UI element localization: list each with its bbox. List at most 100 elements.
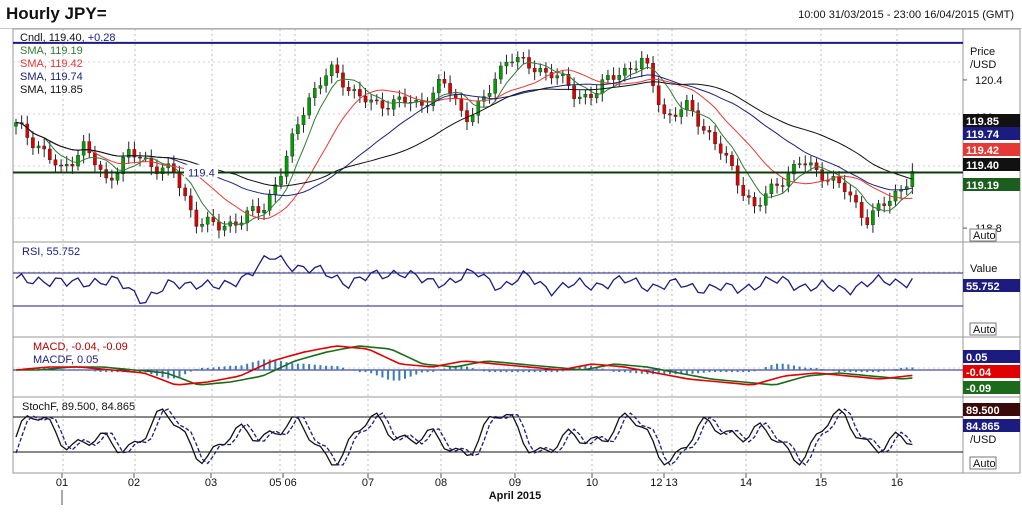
candle-body [606, 75, 610, 80]
candle-body [724, 152, 729, 156]
candle-body [561, 74, 565, 76]
candle-body [59, 164, 63, 167]
candle-body [42, 145, 46, 150]
price-legend-entry: SMA, 119.42 [20, 58, 83, 70]
candle-body [279, 176, 283, 185]
candle-body [854, 194, 858, 203]
sma-lines [15, 61, 913, 226]
candle-body [352, 89, 357, 92]
candle-body [515, 56, 520, 63]
candles [14, 49, 915, 239]
candle-body [324, 75, 328, 86]
candle-body [882, 203, 886, 206]
hline-label: 119.4 [188, 168, 215, 180]
candle-body [499, 65, 503, 80]
candle-body [341, 72, 345, 88]
candle-body [437, 79, 441, 94]
candle-body [98, 164, 103, 170]
candle-body [656, 85, 661, 105]
candle-body [842, 182, 847, 193]
candle-body [262, 209, 266, 213]
price-tag-label: 119.42 [966, 145, 999, 157]
candle-body [583, 93, 588, 98]
candle-body [397, 96, 402, 100]
candle-body [250, 206, 255, 211]
x-tick-label: 08 [435, 477, 447, 489]
candle-body [493, 78, 497, 94]
candle-body [758, 205, 762, 207]
candle-body [138, 156, 142, 159]
candle-body [673, 114, 678, 117]
candle-body [741, 185, 746, 196]
candle-body [718, 143, 723, 154]
candle-body [403, 96, 407, 104]
candle-body [93, 152, 97, 166]
candle-body [532, 68, 537, 73]
candle-body [538, 68, 543, 73]
candle-body [386, 108, 390, 110]
candle-body [115, 173, 120, 181]
candle-body [391, 99, 396, 110]
candle-body [859, 202, 864, 218]
candle-body [510, 61, 514, 64]
candle-body [713, 131, 717, 145]
macd-tag-label: 0.05 [966, 352, 987, 364]
candle-body [121, 157, 125, 174]
candle-body [205, 216, 210, 225]
candle-body [335, 64, 340, 74]
candle-body [623, 67, 627, 76]
candle-body [555, 75, 559, 79]
candle-body [685, 100, 689, 110]
price-axis-title: Price [970, 46, 995, 58]
price-legend-entry: SMA, 119.19 [20, 45, 83, 57]
sma-line-2 [15, 69, 913, 220]
candle-body [651, 63, 655, 86]
candle-body [110, 177, 114, 181]
auto-label: Auto [973, 230, 996, 242]
candle-body [70, 164, 75, 167]
candle-body [690, 100, 695, 111]
candle-body [31, 137, 35, 149]
candle-body [617, 75, 622, 80]
candle-body [329, 64, 334, 76]
overlay: 119.4 [13, 41, 963, 466]
candle-body [769, 183, 774, 194]
candle-body [222, 225, 227, 231]
candle-body [363, 95, 368, 103]
candle-body [290, 133, 295, 157]
stoch-tag-label: 84.865 [966, 421, 1000, 433]
x-tick-label: 12 13 [650, 477, 678, 489]
legends: Cndl, 119.40, +0.28SMA, 119.19SMA, 119.4… [20, 32, 135, 413]
price-axis-unit: /USD [970, 59, 996, 71]
x-axis: 01 02 03 05 06 07 08 09 10 12 13 14 15 16 April 2015 [13, 472, 1020, 505]
candle-body [375, 99, 379, 102]
macd-tag-label: -0.09 [966, 383, 991, 395]
candle-body [662, 104, 667, 114]
chart-canvas[interactable]: 119.4 01 02 03 05 06 07 08 09 10 12 13 14 15 16 Apri… [0, 0, 1022, 524]
macd-legend: MACD, -0.04, -0.09 [33, 341, 128, 353]
candle-body [668, 113, 672, 116]
stoch-axis-title: /USD [970, 434, 996, 446]
rsi-legend: RSI, 55.752 [22, 246, 80, 258]
candle-body [701, 126, 706, 131]
candle-body [183, 187, 187, 197]
price-tag-label: 119.85 [966, 116, 999, 128]
candle-body [87, 141, 92, 154]
macdf-legend: MACDF, 0.05 [33, 354, 98, 366]
candle-body [763, 193, 768, 206]
candle-body [865, 217, 870, 225]
candle-body [369, 99, 373, 103]
x-tick-label: 16 [891, 477, 903, 489]
rsi-tag-label: 55.752 [966, 281, 1000, 293]
candle-body [358, 89, 362, 97]
candle-body [296, 124, 300, 134]
candle-body [217, 221, 221, 231]
candle-body [177, 172, 182, 189]
candle-body [809, 162, 813, 166]
candle-body [775, 183, 779, 186]
price-tick-label: 120.4 [975, 75, 1003, 87]
candle-body [346, 87, 351, 92]
candle-body [53, 159, 58, 166]
candle-body [577, 96, 582, 99]
candle-body [76, 155, 80, 167]
